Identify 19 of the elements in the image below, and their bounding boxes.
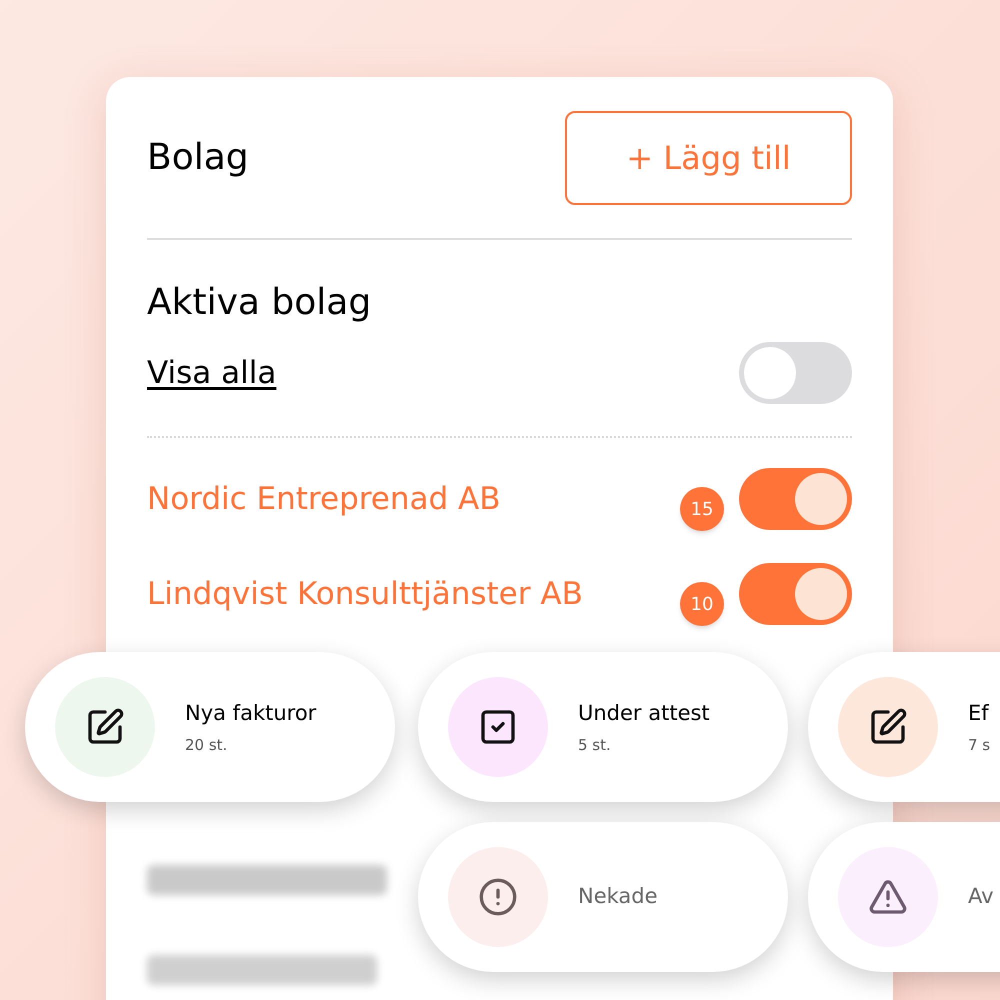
section-title: Aktiva bolag xyxy=(147,281,372,325)
status-pill[interactable]: Ef 7 s xyxy=(808,652,1000,802)
alert-icon xyxy=(478,877,518,917)
show-all-link[interactable]: Visa alla xyxy=(147,350,276,396)
status-label: Nekade xyxy=(578,883,658,910)
status-label: Ef xyxy=(968,700,990,727)
status-count: 5 st. xyxy=(578,734,612,756)
status-pill[interactable]: Av xyxy=(808,822,1000,972)
status-count: 20 st. xyxy=(185,734,228,756)
status-pill[interactable]: Nya fakturor 20 st. xyxy=(25,652,395,802)
count-badge: 10 xyxy=(680,582,724,626)
status-pill[interactable]: Under attest 5 st. xyxy=(418,652,788,802)
status-label: Av xyxy=(968,883,994,910)
status-label: Under attest xyxy=(578,700,710,727)
status-label: Nya fakturor xyxy=(185,700,316,727)
status-count: 7 s xyxy=(968,734,990,756)
status-pill[interactable]: Nekade xyxy=(418,822,788,972)
count-badge: 15 xyxy=(680,487,724,531)
card-title: Bolag xyxy=(147,136,249,180)
